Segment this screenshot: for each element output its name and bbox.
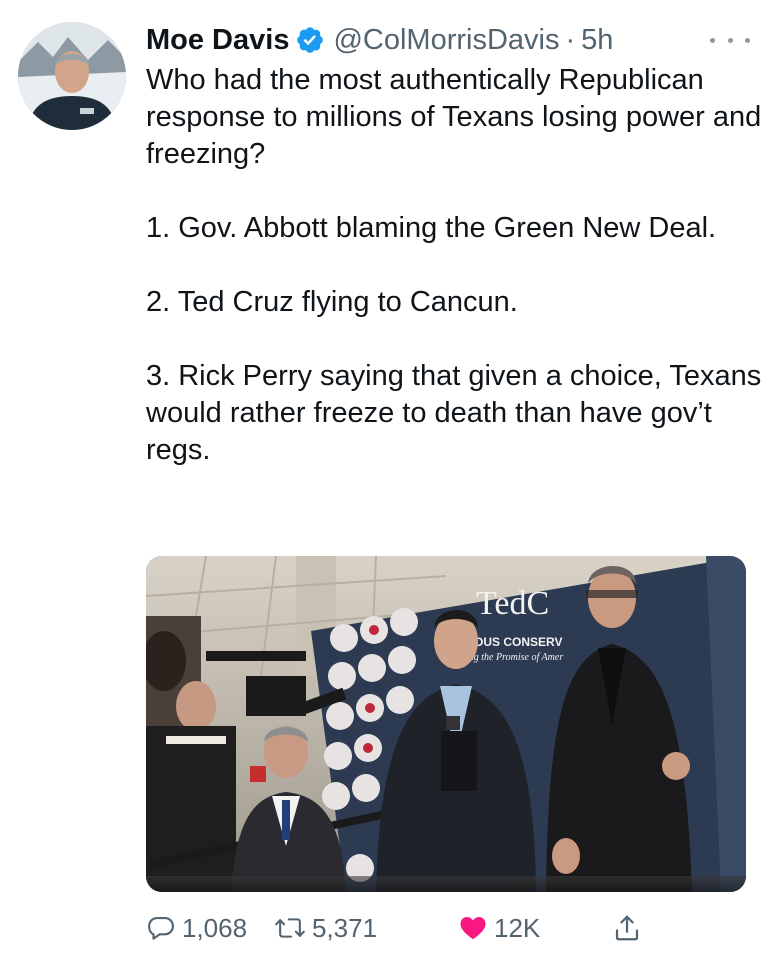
reply-icon bbox=[148, 916, 174, 940]
tweet-text: Who had the most authentically Republica… bbox=[146, 62, 766, 469]
tweet-header: Moe Davis @ColMorrisDavis · 5h bbox=[146, 20, 764, 60]
share-button[interactable] bbox=[612, 908, 642, 948]
reply-button[interactable]: 1,068 bbox=[146, 908, 247, 948]
author-name[interactable]: Moe Davis bbox=[146, 24, 289, 57]
like-button[interactable]: 12K bbox=[458, 908, 540, 948]
separator-dot: · bbox=[565, 23, 576, 56]
tweet-paragraph: 3. Rick Perry saying that given a choice… bbox=[146, 360, 762, 466]
verified-badge-icon bbox=[295, 25, 325, 55]
retweet-count: 5,371 bbox=[312, 912, 378, 943]
backdrop-tagline-text: EOUS CONSERV bbox=[466, 635, 562, 649]
author-handle[interactable]: @ColMorrisDavis bbox=[333, 24, 559, 57]
avatar[interactable] bbox=[18, 22, 126, 130]
tweet-media-photo[interactable]: TedC EOUS CONSERV ing the Promise of Ame… bbox=[146, 556, 746, 892]
like-count: 12K bbox=[494, 912, 541, 943]
reply-count: 1,068 bbox=[182, 912, 248, 943]
tweet-paragraph: 1. Gov. Abbott blaming the Green New Dea… bbox=[146, 212, 717, 244]
backdrop-brand-text: TedC bbox=[476, 585, 549, 622]
tweet-action-bar: 1,068 5,371 12K bbox=[146, 908, 746, 948]
tweet-paragraph: Who had the most authentically Republica… bbox=[146, 64, 762, 170]
backdrop-subline-text: ing the Promise of Amer bbox=[466, 652, 563, 663]
retweet-button[interactable]: 5,371 bbox=[274, 908, 377, 948]
more-icon[interactable] bbox=[710, 28, 750, 52]
retweet-icon bbox=[275, 918, 305, 938]
heart-icon bbox=[460, 917, 486, 940]
share-icon bbox=[615, 915, 639, 941]
tweet-paragraph: 2. Ted Cruz flying to Cancun. bbox=[146, 286, 518, 318]
avatar-image bbox=[18, 22, 126, 130]
press-conference-photo: TedC EOUS CONSERV ing the Promise of Ame… bbox=[146, 556, 746, 892]
tweet-timestamp[interactable]: 5h bbox=[581, 24, 613, 57]
